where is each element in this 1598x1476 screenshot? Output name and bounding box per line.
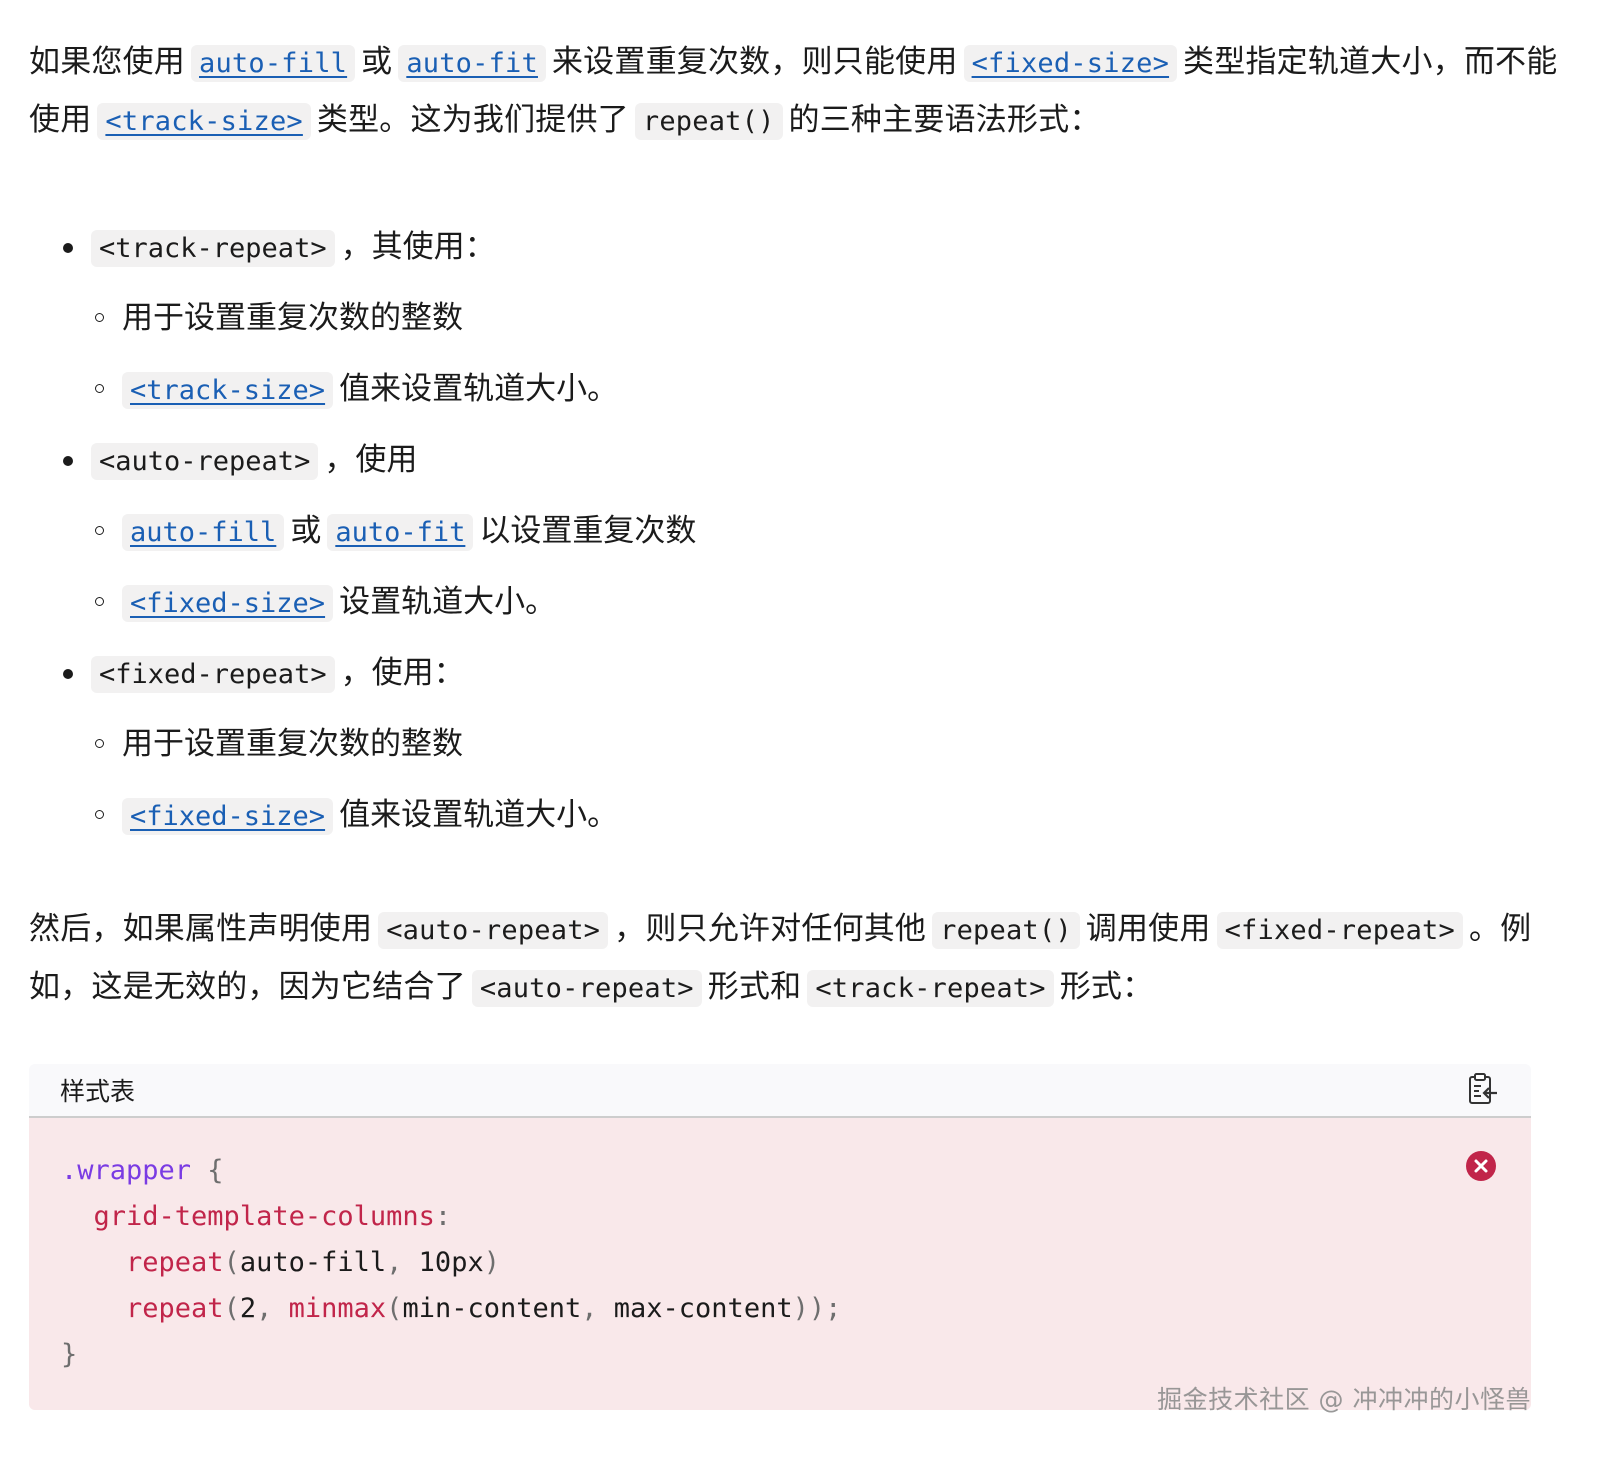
- code-block-header: 样式表: [29, 1064, 1531, 1118]
- code-keyword: min-content: [402, 1293, 582, 1324]
- intro-text-1: 如果您使用: [29, 44, 185, 80]
- bullet-icon: [63, 243, 73, 253]
- code-brace: }: [61, 1339, 78, 1370]
- sub-list-item: <fixed-size> 值来设置轨道大小。: [29, 780, 1569, 851]
- code-comma: ,: [386, 1247, 403, 1278]
- code-paren: )): [792, 1293, 826, 1324]
- code-example-block: 样式表 .wrapper { grid-template-columns: re…: [29, 1064, 1531, 1410]
- clipboard-copy-icon[interactable]: [1467, 1072, 1499, 1106]
- sub-list-item-text: 用于设置重复次数的整数: [122, 726, 463, 762]
- auto-fill-link[interactable]: auto-fill: [191, 45, 356, 82]
- track-size-link[interactable]: <track-size>: [122, 372, 334, 409]
- auto-fill-link[interactable]: auto-fill: [122, 514, 285, 551]
- auto-repeat-code: <auto-repeat>: [378, 912, 609, 949]
- code-line: }: [29, 1332, 1531, 1378]
- code-line: repeat(2, minmax(min-content, max-conten…: [29, 1286, 1531, 1332]
- bullet-icon: [63, 456, 73, 466]
- syntax-forms-list: <track-repeat> ，其使用： 用于设置重复次数的整数 <track-s…: [29, 212, 1569, 851]
- sub-list-item: <track-size> 值来设置轨道大小。: [29, 354, 1569, 425]
- sub-list-item: 用于设置重复次数的整数: [29, 283, 1569, 354]
- explanation-paragraph: 然后，如果属性声明使用 <auto-repeat> ，则只允许对任何其他 repeat…: [29, 901, 1569, 1017]
- para2-text-2: ，则只允许对任何其他: [614, 911, 927, 947]
- circle-bullet-icon: [95, 313, 104, 322]
- code-keyword: max-content: [597, 1293, 793, 1324]
- auto-fit-link[interactable]: auto-fit: [327, 514, 474, 551]
- code-selector: .wrapper: [61, 1155, 192, 1186]
- code-semicolon: ;: [825, 1293, 842, 1324]
- code-line: repeat(auto-fill, 10px): [29, 1240, 1531, 1286]
- circle-bullet-icon: [95, 739, 104, 748]
- track-repeat-code: <track-repeat>: [807, 970, 1054, 1007]
- sub-list-item: 用于设置重复次数的整数: [29, 709, 1569, 780]
- repeat-code: repeat(): [634, 103, 783, 140]
- code-function: repeat: [126, 1293, 224, 1324]
- code-property: grid-template-columns: [93, 1201, 435, 1232]
- code-function: repeat: [126, 1247, 224, 1278]
- repeat-code: repeat(): [932, 912, 1080, 949]
- sub-list-item-text: 设置轨道大小。: [339, 584, 557, 620]
- code-language-label: 样式表: [60, 1077, 136, 1106]
- intro-paragraph: 如果您使用 auto-fill 或 auto-fit 来设置重复次数，则只能使用 <fix…: [29, 34, 1569, 150]
- code-line: grid-template-columns:: [29, 1194, 1531, 1240]
- track-repeat-code: <track-repeat>: [91, 230, 335, 267]
- fixed-size-link[interactable]: <fixed-size>: [122, 798, 334, 835]
- code-paren: (: [386, 1293, 403, 1324]
- circle-bullet-icon: [95, 526, 104, 535]
- list-item: <auto-repeat> ，使用: [29, 425, 1569, 496]
- para2-text-6: 形式：: [1059, 969, 1154, 1005]
- intro-text-2: 或: [361, 44, 393, 80]
- code-paren: ): [483, 1247, 500, 1278]
- para2-text-3: 调用使用: [1085, 911, 1211, 947]
- para2-text-5: 形式和: [707, 969, 802, 1005]
- auto-fit-link[interactable]: auto-fit: [398, 45, 546, 82]
- fixed-repeat-code: <fixed-repeat>: [91, 656, 335, 693]
- code-number: 2: [239, 1293, 257, 1324]
- bullet-icon: [63, 669, 73, 679]
- fixed-repeat-code: <fixed-repeat>: [1216, 912, 1463, 949]
- sub-list-item-text: 以设置重复次数: [479, 513, 697, 549]
- watermark: 掘金技术社区 @ 冲冲冲的小怪兽: [1157, 1385, 1531, 1414]
- error-x-icon: [1466, 1151, 1496, 1181]
- code-block-body: .wrapper { grid-template-columns: repeat…: [29, 1118, 1531, 1410]
- sub-list-item-text: 值来设置轨道大小。: [339, 371, 619, 407]
- sub-list-item-text: 或: [290, 513, 322, 549]
- article-content: 如果您使用 auto-fill 或 auto-fit 来设置重复次数，则只能使用 <fix…: [29, 34, 1569, 1017]
- para2-text-1: 然后，如果属性声明使用: [29, 911, 373, 947]
- fixed-size-link[interactable]: <fixed-size>: [122, 585, 334, 622]
- fixed-size-link[interactable]: <fixed-size>: [963, 45, 1178, 82]
- code-line: .wrapper {: [29, 1148, 1531, 1194]
- sub-list-item: auto-fill 或 auto-fit 以设置重复次数: [29, 496, 1569, 567]
- code-comma: ,: [256, 1293, 273, 1324]
- sub-list-item-text: 值来设置轨道大小。: [339, 797, 619, 833]
- sub-list-item: <fixed-size> 设置轨道大小。: [29, 567, 1569, 638]
- auto-repeat-code: <auto-repeat>: [471, 970, 702, 1007]
- code-paren: (: [223, 1247, 240, 1278]
- code-keyword: auto-fill: [239, 1247, 387, 1278]
- list-item-text: ，使用：: [340, 655, 465, 691]
- list-item-text: ，使用: [324, 442, 418, 478]
- intro-text-3: 来设置重复次数，则只能使用: [551, 44, 958, 80]
- sub-list-item-text: 用于设置重复次数的整数: [122, 300, 463, 336]
- code-value: 10px: [402, 1247, 484, 1278]
- circle-bullet-icon: [95, 384, 104, 393]
- track-size-link[interactable]: <track-size>: [97, 103, 311, 140]
- intro-text-5: 类型。这为我们提供了: [316, 102, 629, 138]
- list-item: <track-repeat> ，其使用：: [29, 212, 1569, 283]
- intro-text-6: 的三种主要语法形式：: [788, 102, 1101, 138]
- code-colon: :: [434, 1201, 452, 1232]
- list-item-text: ，其使用：: [340, 229, 496, 265]
- auto-repeat-code: <auto-repeat>: [91, 443, 319, 480]
- circle-bullet-icon: [95, 810, 104, 819]
- circle-bullet-icon: [95, 597, 104, 606]
- list-item: <fixed-repeat> ，使用：: [29, 638, 1569, 709]
- code-comma: ,: [581, 1293, 598, 1324]
- code-function: minmax: [272, 1293, 387, 1324]
- code-brace: {: [191, 1155, 224, 1186]
- code-paren: (: [223, 1293, 240, 1324]
